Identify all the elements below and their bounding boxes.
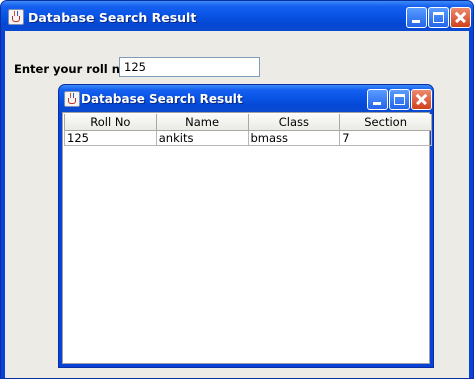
results-table: Roll No Name Class Section 125 ankits bm…	[64, 114, 432, 146]
maximize-button[interactable]	[389, 89, 410, 110]
result-window-content: Roll No Name Class Section 125 ankits bm…	[62, 112, 432, 364]
main-window-titlebar[interactable]: Database Search Result	[1, 1, 473, 31]
maximize-button[interactable]	[428, 7, 449, 28]
results-table-viewport: Roll No Name Class Section 125 ankits bm…	[62, 112, 432, 364]
roll-number-input[interactable]	[119, 57, 260, 77]
java-cup-icon[interactable]	[8, 9, 24, 25]
table-header-row: Roll No Name Class Section	[64, 114, 432, 131]
table-cell[interactable]: 7	[339, 129, 432, 146]
minimize-button[interactable]	[406, 7, 427, 28]
table-cell[interactable]: bmass	[247, 129, 341, 146]
column-header[interactable]: Section	[339, 114, 432, 131]
column-header[interactable]: Class	[247, 114, 341, 131]
table-cell[interactable]: ankits	[155, 129, 249, 146]
minimize-icon	[373, 102, 381, 105]
result-window-titlebar[interactable]: Database Search Result	[59, 85, 433, 112]
result-window: Database Search Result Roll No Name Clas…	[58, 84, 434, 368]
minimize-button[interactable]	[367, 89, 388, 110]
minimize-icon	[412, 20, 420, 23]
column-header[interactable]: Name	[155, 114, 249, 131]
main-window-title: Database Search Result	[28, 10, 197, 25]
close-icon	[412, 90, 431, 109]
maximize-icon	[433, 12, 444, 23]
close-button[interactable]	[411, 89, 432, 110]
result-window-title: Database Search Result	[81, 92, 243, 106]
table-row[interactable]: 125 ankits bmass 7	[64, 129, 432, 146]
close-icon	[451, 8, 470, 27]
column-header[interactable]: Roll No	[64, 114, 157, 131]
maximize-icon	[394, 94, 405, 105]
table-cell[interactable]: 125	[64, 129, 157, 146]
roll-number-label: Enter your roll no	[14, 62, 128, 76]
close-button[interactable]	[450, 7, 471, 28]
java-cup-icon[interactable]	[64, 91, 80, 107]
